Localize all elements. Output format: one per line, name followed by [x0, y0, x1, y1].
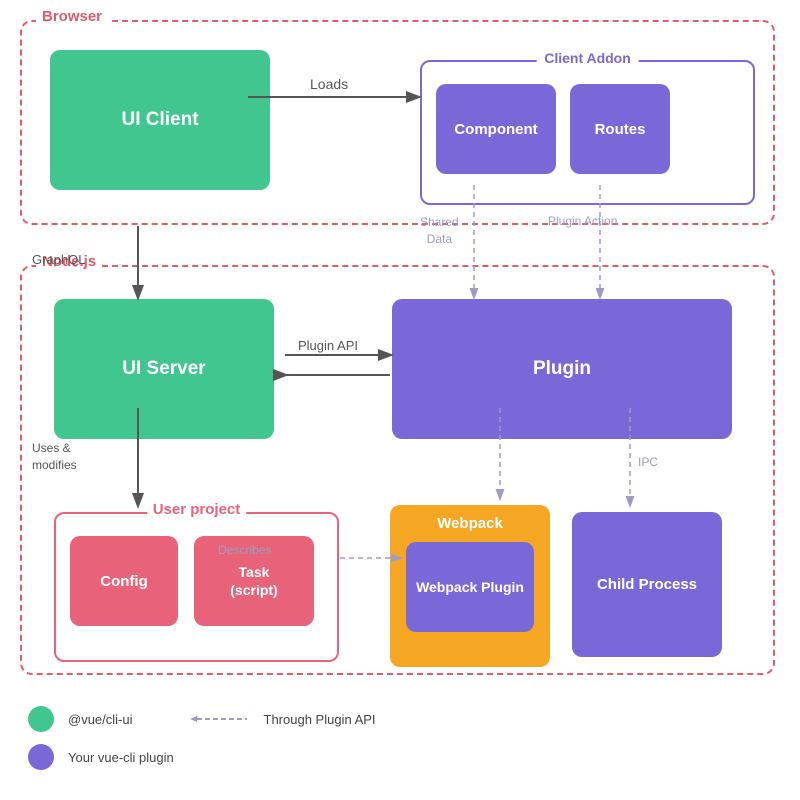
child-process-box: Child Process — [572, 512, 722, 657]
user-project-label: User project — [147, 501, 247, 518]
diagram: Browser UI Client Client Addon Component… — [0, 0, 800, 800]
user-project-container: User project Config Task (script) — [54, 512, 339, 662]
legend-green: @vue/cli-ui Through Plugin API — [28, 706, 376, 732]
green-circle — [28, 706, 54, 732]
webpack-plugin-box: Webpack Plugin — [406, 542, 534, 632]
client-addon-label: Client Addon — [536, 50, 639, 66]
legend: @vue/cli-ui Through Plugin API Your vue-… — [28, 706, 376, 782]
dashed-legend: Through Plugin API — [187, 712, 376, 727]
plugin-action-label: Plugin Action — [548, 214, 617, 228]
uses-modifies-label: Uses & modifies — [32, 440, 77, 474]
webpack-container: Webpack Webpack Plugin — [390, 505, 550, 667]
ipc-label: IPC — [638, 455, 658, 469]
ui-server-box: UI Server — [54, 299, 274, 439]
routes-box: Routes — [570, 84, 670, 174]
shared-data-label: Shared Data — [420, 214, 459, 248]
ui-client-box: UI Client — [50, 50, 270, 190]
loads-label: Loads — [310, 76, 348, 92]
purple-legend-label: Your vue-cli plugin — [68, 750, 174, 765]
browser-section: Browser UI Client Client Addon Component… — [20, 20, 775, 225]
config-box: Config — [70, 536, 178, 626]
client-addon-container: Client Addon Component Routes — [420, 60, 755, 205]
webpack-label: Webpack — [437, 515, 503, 532]
graphql-label: GraphQL — [32, 252, 85, 267]
plugin-box: Plugin — [392, 299, 732, 439]
green-legend-label: @vue/cli-ui — [68, 712, 133, 727]
browser-label: Browser — [36, 8, 108, 25]
legend-purple: Your vue-cli plugin — [28, 744, 376, 770]
nodejs-section: Node.js UI Server Plugin User project Co… — [20, 265, 775, 675]
dashed-legend-label: Through Plugin API — [264, 712, 376, 727]
plugin-api-label: Plugin API — [298, 338, 358, 353]
describes-label: Describes — [218, 543, 271, 557]
component-box: Component — [436, 84, 556, 174]
dashed-line-svg — [187, 712, 252, 726]
purple-circle — [28, 744, 54, 770]
